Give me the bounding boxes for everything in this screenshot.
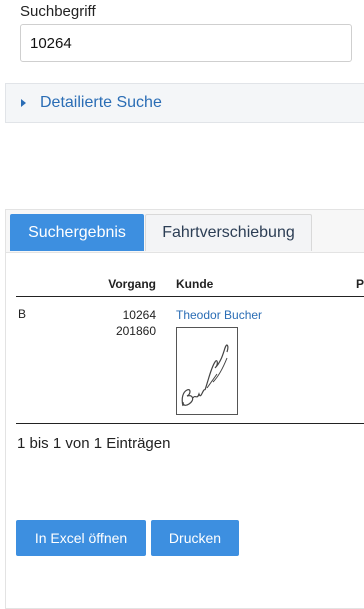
entries-info: 1 bis 1 von 1 Einträgen	[17, 435, 171, 452]
results-panel: Suchergebnis Fahrtverschiebung Vorgang K…	[5, 209, 364, 609]
detail-search-label: Detailierte Suche	[40, 94, 162, 111]
results-table-wrap: Vorgang Kunde P B 10264 201860 Theodor B…	[16, 272, 364, 424]
search-input[interactable]	[20, 24, 352, 62]
column-header-p[interactable]: P	[356, 272, 364, 297]
signature-image[interactable]	[176, 327, 238, 415]
column-header-vorgang[interactable]: Vorgang	[88, 272, 174, 297]
vorgang-id: 201860	[115, 324, 156, 338]
column-header-kunde[interactable]: Kunde	[174, 272, 356, 297]
results-table: Vorgang Kunde P B 10264 201860 Theodor B…	[16, 272, 364, 424]
table-row[interactable]: B 10264 201860 Theodor Bucher	[16, 297, 364, 424]
tab-suchergebnis[interactable]: Suchergebnis	[10, 214, 144, 251]
caret-right-icon	[21, 99, 26, 107]
tab-bar: Suchergebnis Fahrtverschiebung	[6, 210, 364, 253]
vorgang-number: 10264	[122, 308, 156, 322]
signature-drawing	[181, 344, 229, 407]
vorgang-cell: 10264 201860	[88, 297, 174, 424]
column-header-status[interactable]	[16, 272, 88, 297]
tab-fahrtverschiebung[interactable]: Fahrtverschiebung	[145, 214, 312, 251]
detail-search-toggle[interactable]: Detailierte Suche	[5, 83, 364, 123]
kunde-link[interactable]: Theodor Bucher	[176, 308, 262, 322]
status-cell: B	[18, 307, 27, 321]
search-label: Suchbegriff	[20, 3, 96, 20]
open-in-excel-button[interactable]: In Excel öffnen	[16, 520, 146, 556]
table-header-row: Vorgang Kunde P	[16, 272, 364, 297]
kunde-cell: Theodor Bucher	[174, 297, 356, 424]
print-button[interactable]: Drucken	[151, 520, 239, 556]
